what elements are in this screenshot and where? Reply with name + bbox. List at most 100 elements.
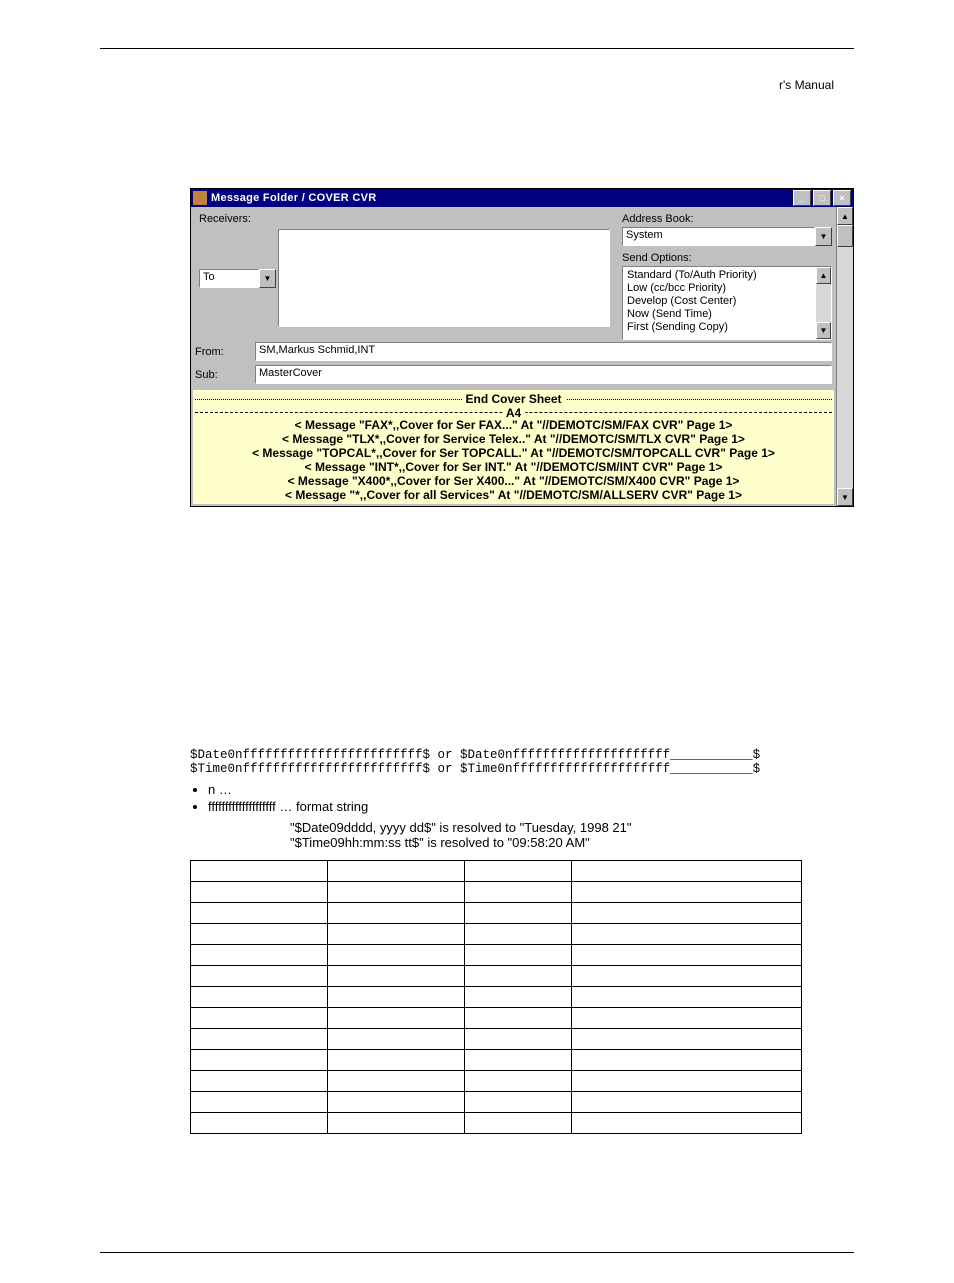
table-row xyxy=(191,1029,802,1050)
from-label: From: xyxy=(195,346,255,358)
table-cell xyxy=(465,987,572,1008)
from-input[interactable]: SM,Markus Schmid,INT xyxy=(255,342,832,361)
table-cell xyxy=(191,1029,328,1050)
table-row xyxy=(191,945,802,966)
table-cell xyxy=(191,924,328,945)
list-item[interactable]: First (Sending Copy) xyxy=(627,321,827,334)
table-cell xyxy=(465,1029,572,1050)
to-field[interactable]: To xyxy=(199,269,259,288)
message-ref: < Message "TLX*,,Cover for Service Telex… xyxy=(193,432,834,446)
bullet-list: n … ffffffffffffffffffff … format string xyxy=(208,782,830,814)
chevron-down-icon[interactable]: ▼ xyxy=(815,227,832,246)
table-cell xyxy=(191,861,328,882)
scroll-down-icon[interactable]: ▼ xyxy=(837,488,853,506)
scrollbar[interactable]: ▲ ▼ xyxy=(816,267,831,339)
maximize-button[interactable]: □ xyxy=(813,190,831,206)
list-item[interactable]: Develop (Cost Center) xyxy=(627,295,827,308)
list-item: ffffffffffffffffffff … format string xyxy=(208,799,830,814)
scroll-up-icon[interactable]: ▲ xyxy=(837,207,853,225)
table-cell xyxy=(191,903,328,924)
table-cell xyxy=(328,1113,465,1134)
table-cell xyxy=(191,966,328,987)
table-row xyxy=(191,1092,802,1113)
table-row xyxy=(191,1008,802,1029)
table-cell xyxy=(572,987,802,1008)
table-cell xyxy=(465,966,572,987)
message-ref: < Message "X400*,,Cover for Ser X400..."… xyxy=(193,474,834,488)
to-dropdown[interactable]: To ▼ xyxy=(199,269,276,288)
list-item[interactable]: Standard (To/Auth Priority) xyxy=(627,269,827,282)
table-row xyxy=(191,882,802,903)
page-header-right: r's Manual xyxy=(779,78,834,92)
addressbook-dropdown[interactable]: System ▼ xyxy=(622,227,832,246)
table-cell xyxy=(572,1050,802,1071)
message-ref: < Message "FAX*,,Cover for Ser FAX..." A… xyxy=(193,418,834,432)
sub-label: Sub: xyxy=(195,369,255,381)
table-cell xyxy=(465,1008,572,1029)
table-row xyxy=(191,987,802,1008)
table-cell xyxy=(572,1092,802,1113)
example-line: "$Date09dddd, yyyy dd$" is resolved to "… xyxy=(290,820,830,835)
table-cell xyxy=(191,945,328,966)
table-cell xyxy=(328,1092,465,1113)
close-button[interactable]: × xyxy=(833,190,851,206)
window-scrollbar[interactable]: ▲ ▼ xyxy=(836,207,853,506)
table-cell xyxy=(191,1092,328,1113)
message-ref: < Message "INT*,,Cover for Ser INT." At … xyxy=(193,460,834,474)
sendoptions-list[interactable]: Standard (To/Auth Priority) Low (cc/bcc … xyxy=(622,266,832,340)
table-cell xyxy=(465,903,572,924)
format-table xyxy=(190,860,802,1134)
table-cell xyxy=(328,903,465,924)
table-cell xyxy=(191,987,328,1008)
table-cell xyxy=(465,1071,572,1092)
table-cell xyxy=(191,1113,328,1134)
message-folder-window: Message Folder / COVER CVR _ □ × Receive… xyxy=(190,188,854,507)
table-row xyxy=(191,903,802,924)
table-cell xyxy=(328,987,465,1008)
table-cell xyxy=(191,1050,328,1071)
addressbook-value[interactable]: System xyxy=(622,227,815,246)
receivers-label: Receivers: xyxy=(199,213,259,225)
scroll-track[interactable] xyxy=(816,284,831,322)
table-row xyxy=(191,861,802,882)
table-cell xyxy=(465,1050,572,1071)
table-cell xyxy=(328,1008,465,1029)
app-icon xyxy=(193,191,207,205)
example-line: "$Time09hh:mm:ss tt$" is resolved to "09… xyxy=(290,835,830,850)
minimize-button[interactable]: _ xyxy=(793,190,811,206)
table-cell xyxy=(465,882,572,903)
table-cell xyxy=(572,903,802,924)
addressbook-label: Address Book: xyxy=(622,213,832,225)
table-cell xyxy=(328,966,465,987)
scroll-thumb[interactable] xyxy=(837,225,853,247)
footer-rule xyxy=(100,1252,854,1253)
table-cell xyxy=(572,882,802,903)
cover-preview: End Cover Sheet A4 < Message "FAX*,,Cove… xyxy=(193,390,834,504)
window-title: Message Folder / COVER CVR xyxy=(211,192,791,204)
table-cell xyxy=(465,1113,572,1134)
list-item[interactable]: Now (Send Time) xyxy=(627,308,827,321)
table-cell xyxy=(572,924,802,945)
subject-input[interactable]: MasterCover xyxy=(255,365,832,384)
scroll-track[interactable] xyxy=(837,247,853,488)
table-row xyxy=(191,966,802,987)
end-cover-label: End Cover Sheet xyxy=(461,392,565,406)
header-rule xyxy=(100,48,854,49)
scroll-up-icon[interactable]: ▲ xyxy=(816,267,831,284)
table-cell xyxy=(572,1008,802,1029)
list-item[interactable]: Low (cc/bcc Priority) xyxy=(627,282,827,295)
table-cell xyxy=(465,1092,572,1113)
table-cell xyxy=(328,882,465,903)
scroll-down-icon[interactable]: ▼ xyxy=(816,322,831,339)
message-ref: < Message "TOPCAL*,,Cover for Ser TOPCAL… xyxy=(193,446,834,460)
syntax-line: $Date0nffffffffffffffffffffffff$ or $Dat… xyxy=(190,748,830,762)
table-cell xyxy=(572,945,802,966)
table-cell xyxy=(572,1029,802,1050)
receiver-input[interactable] xyxy=(278,229,610,327)
table-cell xyxy=(572,966,802,987)
window-titlebar[interactable]: Message Folder / COVER CVR _ □ × xyxy=(191,189,853,207)
table-cell xyxy=(572,1071,802,1092)
a4-label: A4 xyxy=(502,406,525,420)
chevron-down-icon[interactable]: ▼ xyxy=(259,269,276,288)
sendoptions-label: Send Options: xyxy=(622,252,832,264)
